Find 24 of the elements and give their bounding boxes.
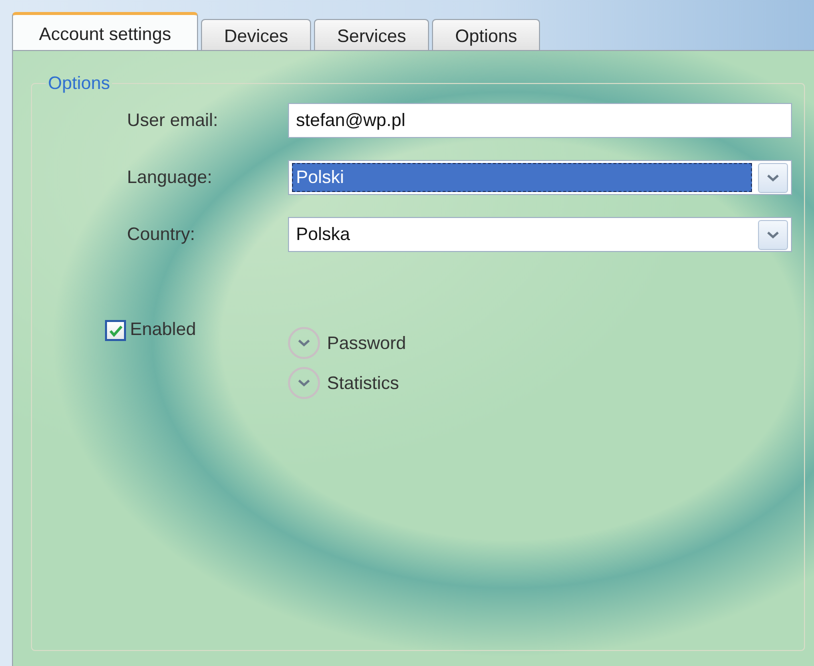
checkbox[interactable] [105, 320, 126, 341]
tab[interactable]: Options [432, 19, 540, 50]
tab[interactable]: Account settings [12, 12, 198, 50]
email-field[interactable]: stefan@wp.pl [288, 103, 792, 138]
chevron-icon [288, 367, 320, 399]
caret-icon [767, 230, 779, 238]
chevron-icon [288, 327, 320, 359]
dropdown-button[interactable] [758, 220, 788, 250]
group-title: Options [47, 73, 112, 94]
dropdown-value: Polski [292, 163, 752, 192]
caret-icon [767, 174, 779, 182]
field-label: Language: [127, 167, 214, 188]
dropdown-value: Polska [295, 223, 352, 246]
expander-toggle[interactable]: Statistics [288, 365, 406, 401]
dropdown[interactable]: Polska [288, 217, 792, 252]
tab[interactable]: Services [314, 19, 430, 50]
expander-toggle[interactable]: Password [288, 325, 406, 361]
dropdown[interactable]: Polski [288, 160, 792, 195]
checkbox-label[interactable]: Enabled [130, 319, 196, 340]
check-icon [108, 324, 122, 336]
field-label: Country: [127, 224, 196, 245]
field-label: User email: [127, 110, 220, 131]
tab[interactable]: Devices [201, 19, 312, 50]
dropdown-button[interactable] [758, 162, 788, 192]
